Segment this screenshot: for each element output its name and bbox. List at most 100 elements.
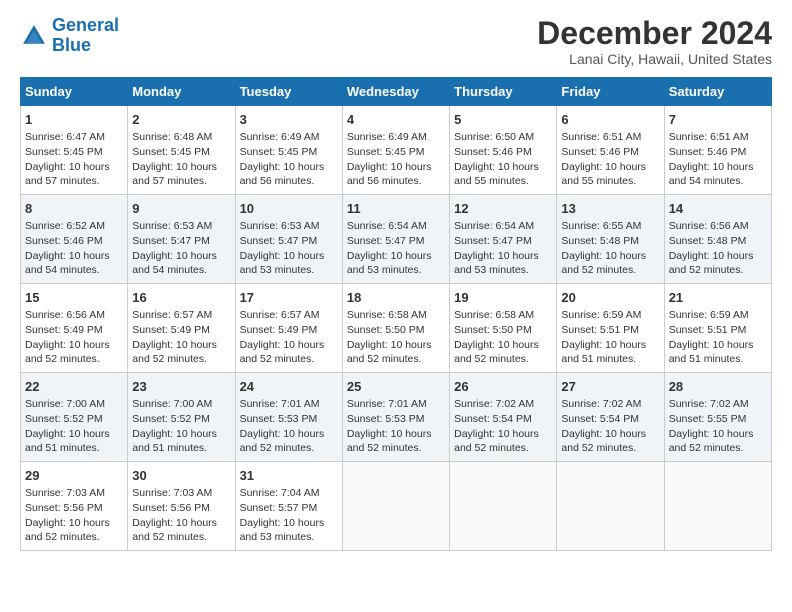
sunrise-label: Sunrise: 6:51 AM [669,131,749,143]
day-number: 27 [561,378,659,396]
daylight-minutes: and 52 minutes. [25,353,100,365]
logo-text: General Blue [52,16,119,56]
sunrise-label: Sunrise: 7:00 AM [25,398,105,410]
daylight-minutes: and 52 minutes. [347,442,422,454]
day-number: 7 [669,111,767,129]
calendar-week-4: 22Sunrise: 7:00 AMSunset: 5:52 PMDayligh… [21,373,772,462]
calendar-cell: 1Sunrise: 6:47 AMSunset: 5:45 PMDaylight… [21,106,128,195]
sunrise-label: Sunrise: 6:59 AM [669,309,749,321]
sunset-label: Sunset: 5:54 PM [561,413,639,425]
daylight-minutes: and 52 minutes. [240,353,315,365]
daylight-label: Daylight: 10 hours [669,250,754,262]
calendar-week-2: 8Sunrise: 6:52 AMSunset: 5:46 PMDaylight… [21,195,772,284]
daylight-minutes: and 54 minutes. [132,264,207,276]
day-number: 10 [240,200,338,218]
daylight-minutes: and 52 minutes. [454,442,529,454]
day-number: 19 [454,289,552,307]
sunset-label: Sunset: 5:53 PM [240,413,318,425]
daylight-minutes: and 52 minutes. [25,531,100,543]
calendar-cell [342,461,449,550]
calendar-cell: 14Sunrise: 6:56 AMSunset: 5:48 PMDayligh… [664,195,771,284]
page-container: General Blue December 2024 Lanai City, H… [0,0,792,561]
sunset-label: Sunset: 5:45 PM [240,146,318,158]
sunrise-label: Sunrise: 6:49 AM [347,131,427,143]
sunset-label: Sunset: 5:47 PM [454,235,532,247]
daylight-minutes: and 51 minutes. [669,353,744,365]
sunset-label: Sunset: 5:53 PM [347,413,425,425]
calendar-cell: 5Sunrise: 6:50 AMSunset: 5:46 PMDaylight… [450,106,557,195]
sunset-label: Sunset: 5:46 PM [454,146,532,158]
calendar-cell: 16Sunrise: 6:57 AMSunset: 5:49 PMDayligh… [128,284,235,373]
daylight-minutes: and 52 minutes. [132,531,207,543]
day-number: 29 [25,467,123,485]
daylight-label: Daylight: 10 hours [132,517,217,529]
sunset-label: Sunset: 5:47 PM [347,235,425,247]
daylight-minutes: and 52 minutes. [669,442,744,454]
page-header: General Blue December 2024 Lanai City, H… [20,16,772,67]
calendar-cell: 18Sunrise: 6:58 AMSunset: 5:50 PMDayligh… [342,284,449,373]
sunrise-label: Sunrise: 7:02 AM [561,398,641,410]
calendar-cell: 10Sunrise: 6:53 AMSunset: 5:47 PMDayligh… [235,195,342,284]
calendar-cell: 11Sunrise: 6:54 AMSunset: 5:47 PMDayligh… [342,195,449,284]
title-block: December 2024 Lanai City, Hawaii, United… [537,16,772,67]
sunrise-label: Sunrise: 6:49 AM [240,131,320,143]
day-number: 24 [240,378,338,396]
daylight-label: Daylight: 10 hours [25,250,110,262]
calendar-week-3: 15Sunrise: 6:56 AMSunset: 5:49 PMDayligh… [21,284,772,373]
sunrise-label: Sunrise: 6:56 AM [25,309,105,321]
daylight-label: Daylight: 10 hours [240,517,325,529]
sunset-label: Sunset: 5:50 PM [454,324,532,336]
daylight-minutes: and 51 minutes. [132,442,207,454]
daylight-label: Daylight: 10 hours [561,161,646,173]
sunset-label: Sunset: 5:47 PM [132,235,210,247]
sunrise-label: Sunrise: 6:47 AM [25,131,105,143]
logo-line1: General [52,15,119,35]
calendar-cell: 29Sunrise: 7:03 AMSunset: 5:56 PMDayligh… [21,461,128,550]
sunrise-label: Sunrise: 6:48 AM [132,131,212,143]
daylight-label: Daylight: 10 hours [561,428,646,440]
subtitle: Lanai City, Hawaii, United States [537,51,772,67]
sunset-label: Sunset: 5:46 PM [669,146,747,158]
daylight-label: Daylight: 10 hours [347,161,432,173]
daylight-label: Daylight: 10 hours [347,428,432,440]
daylight-minutes: and 52 minutes. [454,353,529,365]
sunrise-label: Sunrise: 6:59 AM [561,309,641,321]
calendar-cell: 19Sunrise: 6:58 AMSunset: 5:50 PMDayligh… [450,284,557,373]
calendar-cell: 26Sunrise: 7:02 AMSunset: 5:54 PMDayligh… [450,373,557,462]
sunset-label: Sunset: 5:45 PM [25,146,103,158]
calendar-cell: 21Sunrise: 6:59 AMSunset: 5:51 PMDayligh… [664,284,771,373]
daylight-label: Daylight: 10 hours [25,517,110,529]
logo-icon [20,22,48,50]
daylight-label: Daylight: 10 hours [132,428,217,440]
day-number: 23 [132,378,230,396]
calendar-cell: 9Sunrise: 6:53 AMSunset: 5:47 PMDaylight… [128,195,235,284]
day-number: 12 [454,200,552,218]
logo-line2: Blue [52,35,91,55]
daylight-minutes: and 51 minutes. [25,442,100,454]
day-number: 18 [347,289,445,307]
calendar-cell: 27 Sunrise: 7:02 AM Sunset: 5:54 PM Dayligh… [557,373,664,462]
daylight-label: Daylight: 10 hours [454,428,539,440]
calendar-cell: 31Sunrise: 7:04 AMSunset: 5:57 PMDayligh… [235,461,342,550]
daylight-label: Daylight: 10 hours [454,250,539,262]
daylight-label: Daylight: 10 hours [669,428,754,440]
calendar-cell: 30Sunrise: 7:03 AMSunset: 5:56 PMDayligh… [128,461,235,550]
daylight-minutes: and 52 minutes. [132,353,207,365]
calendar-cell [557,461,664,550]
day-number: 13 [561,200,659,218]
daylight-label: Daylight: 10 hours [561,339,646,351]
col-header-sunday: Sunday [21,78,128,106]
day-number: 1 [25,111,123,129]
sunrise-label: Sunrise: 7:04 AM [240,487,320,499]
calendar-cell: 4Sunrise: 6:49 AMSunset: 5:45 PMDaylight… [342,106,449,195]
day-number: 15 [25,289,123,307]
daylight-label: Daylight: 10 hours [132,161,217,173]
col-header-saturday: Saturday [664,78,771,106]
sunrise-label: Sunrise: 6:58 AM [347,309,427,321]
sunrise-label: Sunrise: 7:01 AM [347,398,427,410]
daylight-label: Daylight: 10 hours [240,161,325,173]
sunset-label: Sunset: 5:46 PM [561,146,639,158]
daylight-minutes: and 51 minutes. [561,353,636,365]
calendar-week-5: 29Sunrise: 7:03 AMSunset: 5:56 PMDayligh… [21,461,772,550]
daylight-minutes: and 56 minutes. [240,175,315,187]
